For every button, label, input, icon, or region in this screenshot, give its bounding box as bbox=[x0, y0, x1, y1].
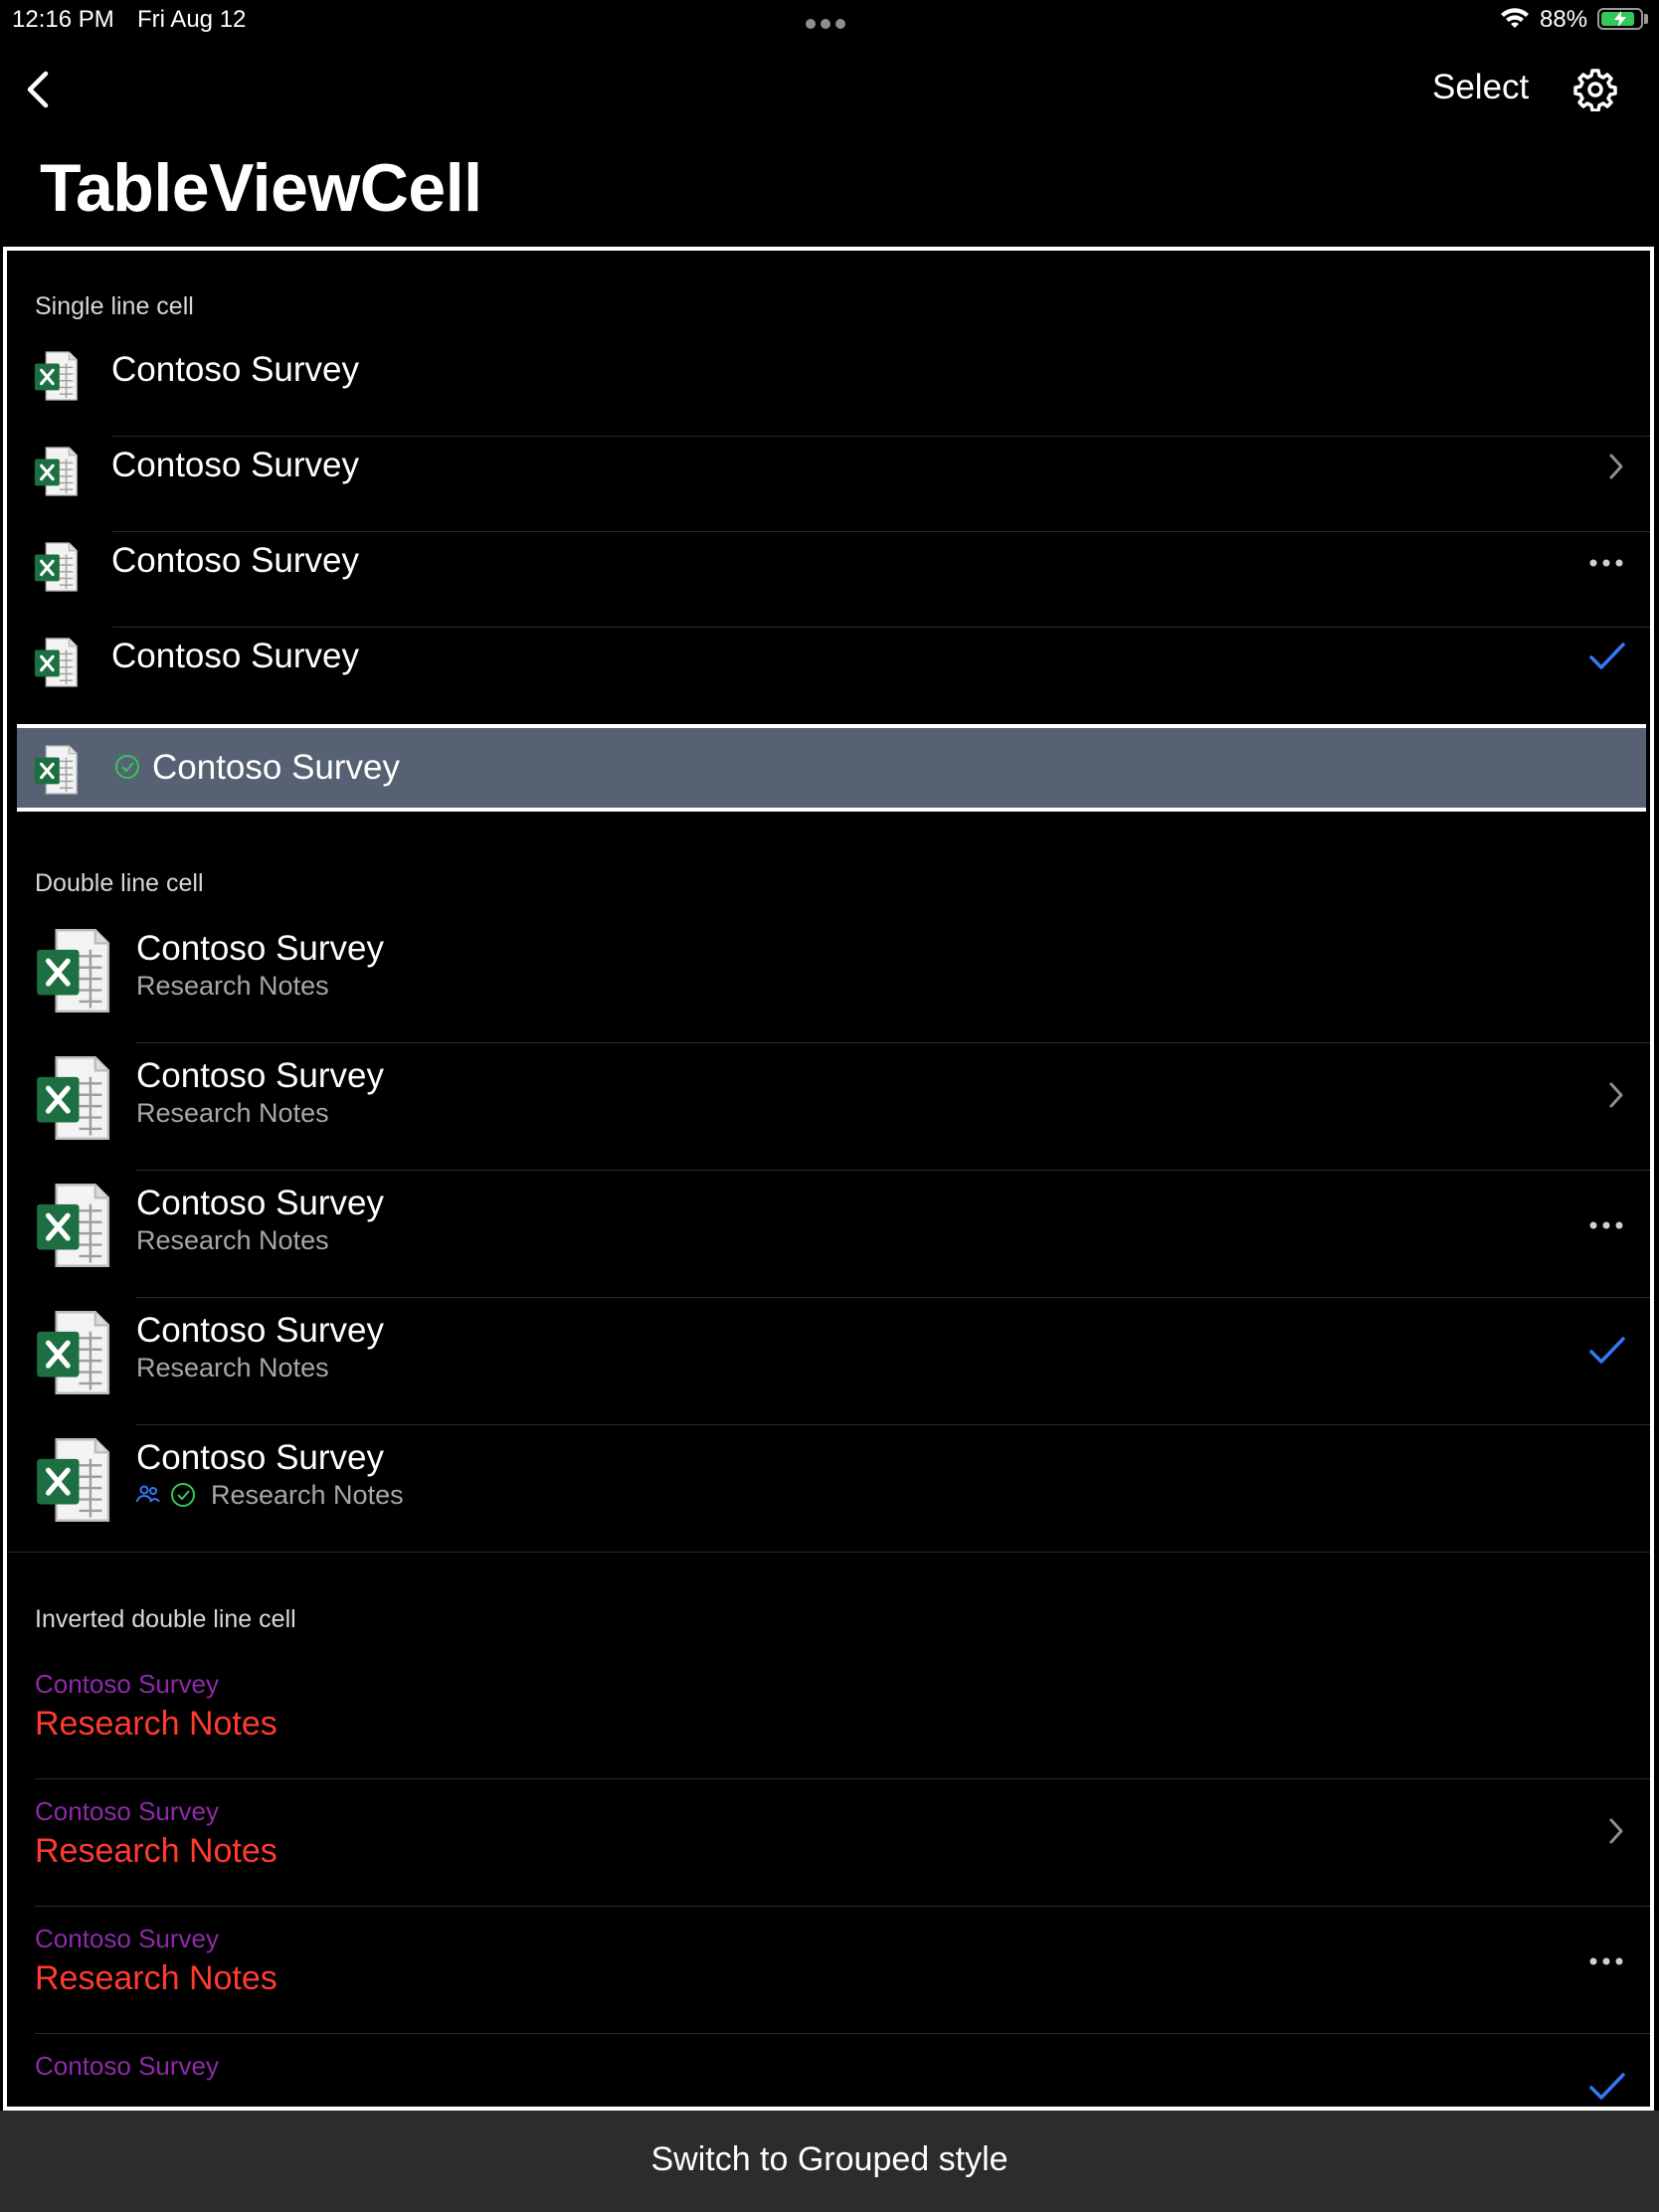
section-header-single: Single line cell bbox=[35, 292, 194, 320]
excel-file-icon bbox=[33, 446, 79, 502]
cell-title: Contoso Survey bbox=[136, 1184, 385, 1222]
inverted-cell-1[interactable]: Contoso Survey Research Notes bbox=[7, 1643, 1650, 1770]
cell-title: Contoso Survey bbox=[35, 1669, 219, 1699]
single-cell-5-selected[interactable]: Contoso Survey bbox=[17, 724, 1646, 812]
single-cell-3[interactable]: Contoso Survey bbox=[7, 513, 1650, 609]
gear-icon bbox=[1573, 69, 1617, 112]
status-time: 12:16 PM bbox=[12, 6, 114, 33]
cell-subtitle: Research Notes bbox=[35, 1959, 277, 1997]
settings-button[interactable] bbox=[1573, 68, 1617, 116]
chevron-right-icon bbox=[1606, 452, 1626, 486]
cell-title: Contoso Survey bbox=[35, 2051, 219, 2081]
excel-file-icon bbox=[33, 1182, 112, 1274]
cell-title: Contoso Survey bbox=[136, 1311, 385, 1350]
status-date: Fri Aug 12 bbox=[137, 6, 247, 33]
checkmark-icon bbox=[1588, 1335, 1626, 1372]
cell-title: Contoso Survey bbox=[136, 929, 385, 968]
table-view[interactable]: Single line cell Contoso Survey Contoso … bbox=[3, 247, 1654, 2111]
cell-title: Contoso Survey bbox=[35, 1796, 219, 1826]
battery-nub bbox=[1644, 14, 1648, 24]
page-title: TableViewCell bbox=[40, 150, 482, 226]
cell-subtitle: Research Notes bbox=[136, 1225, 329, 1255]
excel-file-icon bbox=[33, 927, 112, 1019]
cell-subtitle: Research Notes bbox=[136, 971, 329, 1001]
single-cell-2[interactable]: Contoso Survey bbox=[7, 418, 1650, 513]
single-cell-1[interactable]: Contoso Survey bbox=[7, 324, 1650, 416]
checkmark-icon bbox=[1588, 641, 1626, 677]
cell-title: Contoso Survey bbox=[111, 350, 360, 389]
cell-subtitle: Research Notes bbox=[35, 1832, 277, 1870]
double-cell-3[interactable]: Contoso Survey Research Notes bbox=[7, 1162, 1650, 1289]
single-cell-4[interactable]: Contoso Survey bbox=[7, 609, 1650, 704]
cell-title: Contoso Survey bbox=[136, 1056, 385, 1095]
cell-title: Contoso Survey bbox=[111, 541, 360, 580]
cell-subtitle: Research Notes bbox=[211, 1480, 404, 1510]
chevron-right-icon bbox=[1606, 1816, 1626, 1851]
double-cell-5[interactable]: Contoso Survey Research Notes bbox=[7, 1416, 1650, 1544]
chevron-left-icon bbox=[27, 71, 49, 108]
switch-style-button[interactable]: Switch to Grouped style bbox=[0, 2140, 1659, 2179]
bottom-toolbar: Switch to Grouped style bbox=[0, 2111, 1659, 2212]
excel-file-icon bbox=[33, 541, 79, 598]
cell-subtitle: Research Notes bbox=[136, 1098, 329, 1128]
select-button[interactable]: Select bbox=[1432, 68, 1529, 107]
cell-title: Contoso Survey bbox=[35, 1924, 219, 1953]
back-button[interactable] bbox=[20, 68, 60, 116]
inverted-cell-4[interactable]: Contoso Survey bbox=[7, 2025, 1650, 2107]
cell-title: Contoso Survey bbox=[152, 748, 401, 787]
inverted-cell-2[interactable]: Contoso Survey Research Notes bbox=[7, 1770, 1650, 1898]
more-options-icon[interactable] bbox=[1588, 555, 1624, 573]
double-cell-1[interactable]: Contoso Survey Research Notes bbox=[7, 907, 1650, 1034]
excel-file-icon bbox=[33, 637, 79, 693]
cell-title: Contoso Survey bbox=[111, 446, 360, 484]
checkmark-icon bbox=[1588, 2071, 1626, 2107]
section-header-inverted: Inverted double line cell bbox=[35, 1605, 296, 1633]
double-cell-4[interactable]: Contoso Survey Research Notes bbox=[7, 1289, 1650, 1416]
cell-title: Contoso Survey bbox=[136, 1438, 385, 1477]
check-circle-icon bbox=[170, 1482, 196, 1513]
separator bbox=[7, 1552, 1650, 1553]
excel-file-icon bbox=[33, 350, 79, 407]
excel-file-icon bbox=[33, 1309, 112, 1401]
wifi-icon bbox=[1500, 8, 1530, 37]
cell-subtitle: Research Notes bbox=[136, 1353, 329, 1382]
more-options-icon[interactable] bbox=[1588, 1217, 1624, 1235]
section-header-double: Double line cell bbox=[35, 869, 204, 897]
people-icon bbox=[136, 1484, 160, 1509]
double-cell-2[interactable]: Contoso Survey Research Notes bbox=[7, 1034, 1650, 1162]
more-options-icon[interactable] bbox=[1588, 1953, 1624, 1971]
cell-subtitle: Research Notes bbox=[35, 1705, 277, 1743]
excel-file-icon bbox=[33, 1436, 112, 1529]
chevron-right-icon bbox=[1606, 1080, 1626, 1115]
multitasking-dots-icon[interactable] bbox=[806, 16, 853, 30]
inverted-cell-3[interactable]: Contoso Survey Research Notes bbox=[7, 1898, 1650, 2025]
excel-file-icon bbox=[33, 744, 79, 801]
battery-charging-icon bbox=[1597, 8, 1643, 30]
battery-percent: 88% bbox=[1540, 6, 1588, 33]
check-circle-icon bbox=[114, 754, 140, 785]
cell-title: Contoso Survey bbox=[111, 637, 360, 675]
excel-file-icon bbox=[33, 1054, 112, 1147]
